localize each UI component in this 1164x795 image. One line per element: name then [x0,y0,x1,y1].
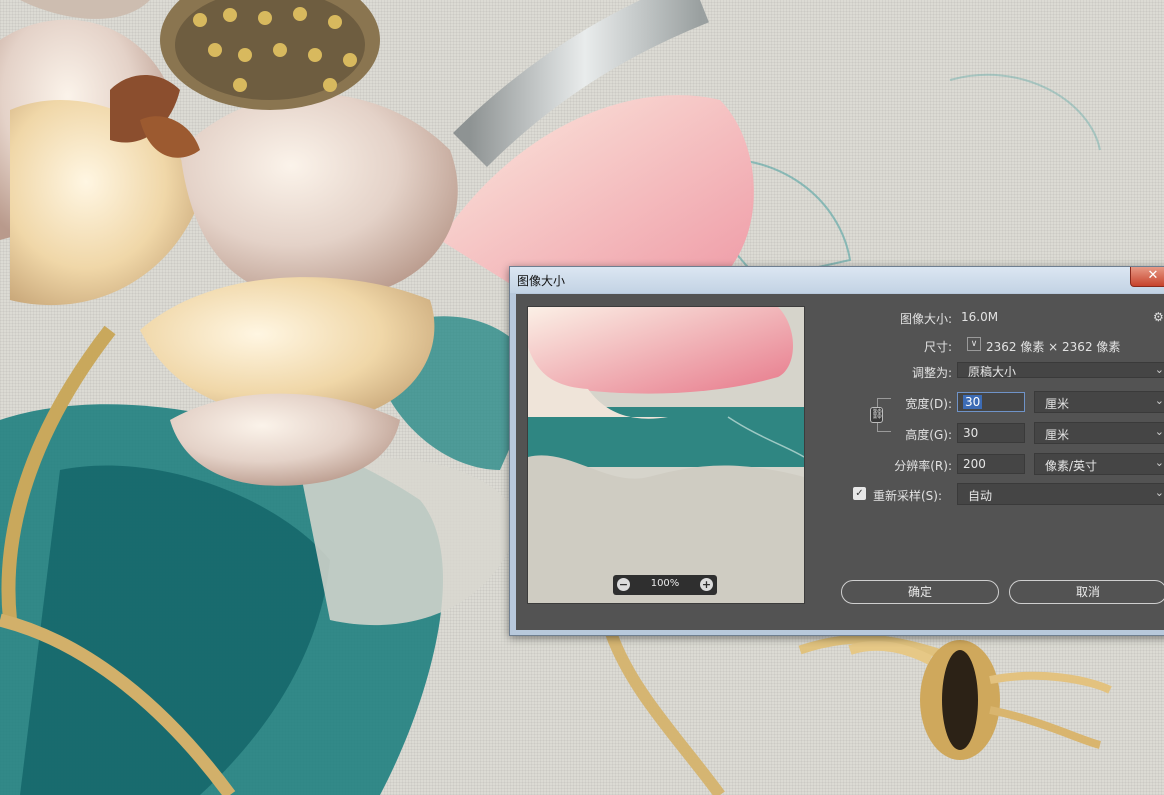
preview-pane[interactable]: − 100% + [527,306,805,604]
ok-button[interactable]: 确定 [841,580,999,604]
width-value: 30 [963,395,983,409]
zoom-value: 100% [650,578,680,589]
zoom-control: − 100% + [613,575,717,595]
width-label: 宽度(D): [905,397,952,411]
fit-to-value: 原稿大小 [968,365,1017,378]
fit-to-label: 调整为: [911,366,952,380]
zoom-out-icon[interactable]: − [617,578,630,591]
chevron-down-icon: ⌄ [1154,456,1164,469]
resample-label: 重新采样(S): [873,489,943,503]
zoom-in-icon[interactable]: + [700,578,713,591]
resolution-unit-select[interactable]: 像素/英寸 ⌄ [1034,453,1164,475]
close-button[interactable]: ✕ [1130,267,1164,287]
dimensions-dropdown-icon[interactable]: ∨ [967,337,981,351]
width-unit-select[interactable]: 厘米 ⌄ [1034,391,1164,413]
resample-value: 自动 [968,489,993,503]
height-label: 高度(G): [905,428,952,442]
preview-image [528,307,804,603]
gear-icon[interactable]: ⚙ [1153,310,1164,324]
dialog-title: 图像大小 [517,274,566,288]
dimensions-label: 尺寸: [923,340,952,354]
width-unit: 厘米 [1045,397,1070,411]
dimensions-value: 2362 像素 × 2362 像素 [986,340,1121,354]
height-unit-select[interactable]: 厘米 ⌄ [1034,422,1164,444]
chevron-down-icon: ⌄ [1154,394,1164,407]
chevron-down-icon: ⌄ [1154,363,1164,376]
height-input[interactable]: 30 [957,423,1025,443]
resample-select[interactable]: 自动 ⌄ [957,483,1164,505]
resample-checkbox[interactable]: ✓ [853,487,866,500]
width-input[interactable]: 30 [957,392,1025,412]
cancel-button[interactable]: 取消 [1009,580,1164,604]
height-value: 30 [963,426,979,440]
dialog-panel: − 100% + 图像大小: 16.0M ⚙ 尺寸: ∨ 2362 像素 × 2… [516,294,1164,630]
dialog-titlebar[interactable]: 图像大小 ✕ [510,267,1164,293]
height-unit: 厘米 [1045,428,1070,442]
chevron-down-icon: ⌄ [1154,486,1164,499]
resolution-value: 200 [963,457,986,471]
image-size-dialog: 图像大小 ✕ − 100% + 图像大小: 16.0M ⚙ 尺寸: ∨ 2362… [509,266,1164,636]
image-size-label: 图像大小: [899,312,952,326]
resolution-label: 分辨率(R): [894,459,952,473]
chevron-down-icon: ⌄ [1154,425,1164,438]
resolution-unit: 像素/英寸 [1045,459,1098,473]
resolution-input[interactable]: 200 [957,454,1025,474]
fit-to-select[interactable]: 原稿大小 ⌄ [957,362,1164,378]
image-size-value: 16.0M [961,310,999,324]
